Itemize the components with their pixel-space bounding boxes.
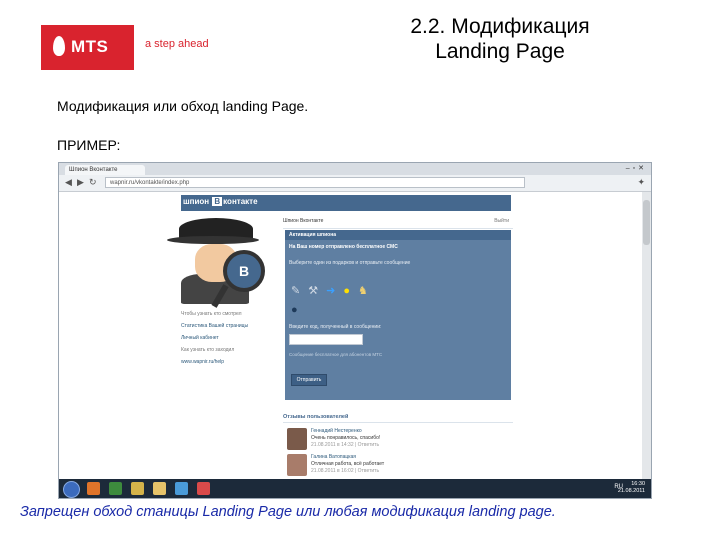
back-icon[interactable]: ◀: [65, 177, 72, 188]
spy-hat-brim: [167, 236, 259, 244]
example-label: ПРИМЕР:: [57, 137, 121, 153]
logo-text: MTS: [71, 37, 109, 56]
panel-title: Активация шпиона: [285, 230, 511, 240]
panel-note: Сообщение бесплатное для абонентов МТС: [289, 352, 383, 357]
slide-title-line1: 2.2. Модификация: [410, 15, 590, 38]
vk-top-title: Шпион Вконтакте: [283, 218, 324, 224]
review-meta: 21.08.2011 в 14:32 | Ответить: [311, 442, 380, 448]
brand-tagline: a step ahead: [145, 38, 209, 50]
start-button[interactable]: [63, 481, 80, 498]
review-text: Отличная работа, всё работает: [311, 461, 385, 467]
reviews-divider: [283, 422, 513, 423]
arrow-icon[interactable]: ➜: [326, 285, 343, 297]
windows-taskbar: RU 16:30 21.08.2011: [59, 479, 651, 498]
spoon-icon[interactable]: ✎: [291, 285, 308, 297]
left-link[interactable]: www.wapnir.ru/help: [181, 356, 251, 368]
clock-date: 21.08.2011: [617, 488, 645, 494]
mts-logo: MTS: [41, 25, 134, 70]
footer-note: Запрещен обход станицы Landing Page или …: [20, 504, 556, 520]
reviews-title: Отзывы пользователей: [283, 414, 349, 420]
logout-link[interactable]: Выйти: [494, 214, 509, 228]
activation-panel: Активация шпиона На Ваш номер отправлено…: [285, 230, 511, 400]
review-meta: 21.08.2011 в 16:02 | Ответить: [311, 468, 380, 474]
panel-text: Выберите один из подарков и отправьте со…: [289, 260, 411, 266]
window-controls[interactable]: –▫✕: [626, 164, 647, 172]
vk-top-bar: Шпион Вконтакте Выйти: [283, 214, 513, 229]
left-link[interactable]: Статистика Вашей страницы: [181, 320, 251, 332]
review-author[interactable]: Геннадий Нестеренко: [311, 428, 362, 435]
left-link[interactable]: Чтобы узнать кто смотрел: [181, 308, 251, 320]
shoe-icon[interactable]: ♞: [358, 285, 376, 297]
forward-icon[interactable]: ▶: [77, 177, 84, 188]
panel-heading: На Ваш номер отправлено бесплатное СМС: [289, 244, 398, 250]
address-bar[interactable]: wapnir.ru/vkontakte/index.php: [105, 177, 525, 188]
send-button[interactable]: Отправить: [291, 374, 327, 386]
clock-time: 16:30: [631, 481, 645, 487]
app-icon[interactable]: [109, 482, 122, 495]
spy-illustration: В: [159, 192, 279, 312]
reload-icon[interactable]: ↻: [89, 177, 97, 188]
scrollbar[interactable]: [642, 192, 651, 479]
vk-main: Шпион Вконтакте Выйти Активация шпиона Н…: [283, 214, 513, 414]
apple-icon[interactable]: ●: [343, 285, 358, 297]
browser-tab[interactable]: Шпион Вконтакте: [65, 165, 145, 175]
egg-icon: [53, 36, 65, 56]
left-link[interactable]: Личный кабинет: [181, 332, 251, 344]
left-links: Чтобы узнать кто смотрел Статистика Ваше…: [181, 308, 251, 368]
avatar[interactable]: [287, 454, 307, 476]
pot-icon[interactable]: ●: [291, 304, 298, 316]
review-text: Очень понравилось, спасибо!: [311, 435, 381, 441]
code-input[interactable]: [289, 334, 363, 345]
browser-screenshot: Шпион Вконтакте –▫✕ ◀ ▶ ↻ wapnir.ru/vkon…: [58, 162, 652, 499]
slide-subtitle: Модификация или обход landing Page.: [57, 98, 309, 114]
slide-title: 2.2. Модификация Landing Page: [380, 14, 620, 64]
left-link[interactable]: Как узнать кто заходил: [181, 344, 251, 356]
magnifier-icon: В: [223, 250, 265, 292]
web-page: шпион Вконтакте В Чтобы узнать кто смотр…: [59, 192, 642, 479]
folder-icon[interactable]: [153, 482, 166, 495]
firefox-icon[interactable]: [87, 482, 100, 495]
avatar[interactable]: [287, 428, 307, 450]
review-author[interactable]: Галина Ватопацкая: [311, 454, 356, 461]
hammer-icon[interactable]: ⚒: [308, 285, 326, 297]
browser-titlebar: Шпион Вконтакте –▫✕: [59, 163, 651, 175]
browser-toolbar: ◀ ▶ ↻ wapnir.ru/vkontakte/index.php ✦: [59, 175, 651, 192]
app-icon[interactable]: [131, 482, 144, 495]
wrench-icon[interactable]: ✦: [637, 177, 645, 188]
clock[interactable]: 16:30 21.08.2011: [618, 481, 645, 495]
gift-options[interactable]: ✎⚒➜●♞: [291, 284, 376, 297]
slide-title-line2: Landing Page: [435, 40, 565, 63]
code-label: Введите код, полученный в сообщении:: [289, 324, 382, 330]
chrome-icon[interactable]: [197, 482, 210, 495]
scroll-thumb[interactable]: [643, 200, 650, 245]
app-icon[interactable]: [175, 482, 188, 495]
